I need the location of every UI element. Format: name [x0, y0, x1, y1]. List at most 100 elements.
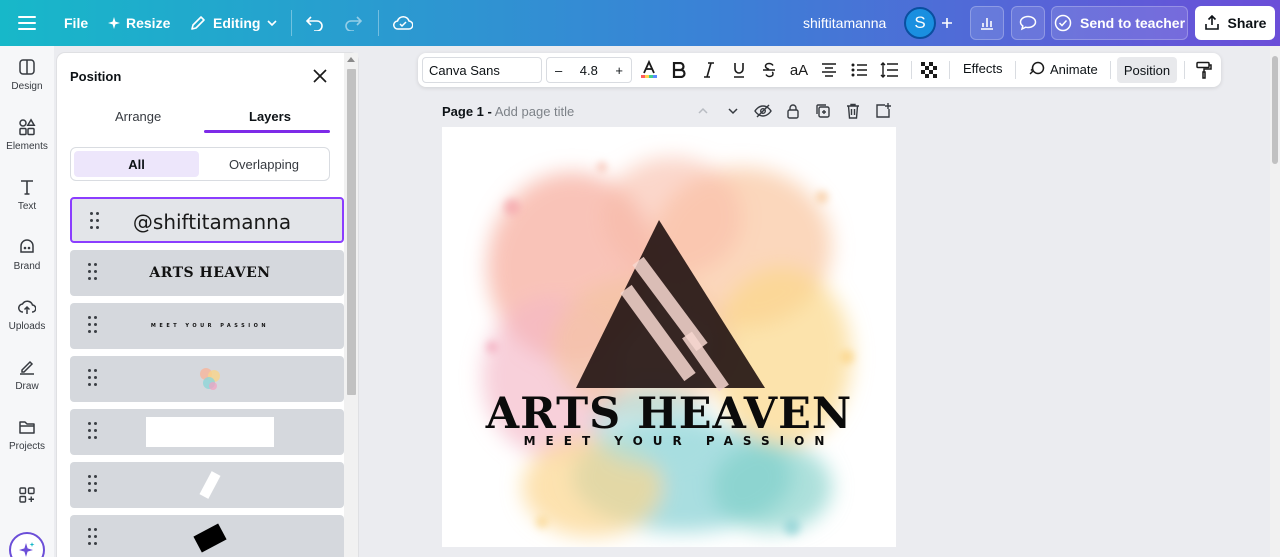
editing-mode-button[interactable]: Editing	[189, 0, 278, 46]
list-button[interactable]	[849, 60, 869, 80]
hamburger-icon	[18, 16, 36, 30]
bold-button[interactable]	[669, 60, 689, 80]
magic-sparkle-icon	[19, 542, 35, 557]
drag-handle-icon[interactable]	[88, 422, 100, 442]
nav-uploads[interactable]: Uploads	[0, 286, 54, 344]
menu-button[interactable]	[18, 0, 36, 46]
layer-item[interactable]: ARTS HEAVEN	[70, 250, 344, 296]
nav-draw[interactable]: Draw	[0, 346, 54, 404]
tab-arrange[interactable]: Arrange	[115, 109, 161, 124]
drag-handle-icon[interactable]	[88, 369, 100, 389]
align-button[interactable]	[819, 60, 839, 80]
elements-icon	[19, 118, 36, 136]
design-canvas[interactable]: ARTS HEAVEN MEET YOUR PASSION	[442, 127, 896, 547]
chevron-down-icon	[267, 20, 278, 27]
align-center-icon	[822, 63, 836, 77]
increase-size-button[interactable]: +	[615, 63, 623, 78]
save-status-button[interactable]	[393, 0, 413, 46]
text-color-button[interactable]	[639, 60, 659, 80]
drag-handle-icon[interactable]	[88, 475, 100, 495]
nav-apps[interactable]	[0, 466, 54, 524]
animate-button[interactable]: Animate	[1029, 61, 1098, 77]
undo-icon	[306, 16, 323, 31]
add-collaborator-button[interactable]	[941, 0, 953, 46]
design-icon	[19, 59, 35, 75]
nav-text[interactable]: Text	[0, 166, 54, 224]
divider	[378, 10, 379, 36]
drag-handle-icon[interactable]	[88, 316, 100, 336]
avatar[interactable]: S	[904, 7, 936, 39]
layer-item[interactable]	[70, 462, 344, 508]
italic-button[interactable]	[699, 60, 719, 80]
layer-item[interactable]: MEET YOUR PASSION	[70, 303, 344, 349]
duplicate-page-button[interactable]	[814, 102, 832, 120]
lock-page-button[interactable]	[784, 102, 802, 120]
pencil-icon	[191, 16, 205, 30]
logo-subtitle[interactable]: MEET YOUR PASSION	[442, 434, 896, 448]
close-icon[interactable]	[312, 68, 328, 84]
copy-style-button[interactable]	[1194, 60, 1214, 80]
scroll-up-icon[interactable]	[347, 57, 355, 62]
move-page-down-button[interactable]	[724, 102, 742, 120]
underline-button[interactable]	[729, 60, 749, 80]
delete-page-button[interactable]	[844, 102, 862, 120]
letter-case-button[interactable]: aA	[789, 60, 809, 80]
layer-item[interactable]	[70, 515, 344, 557]
filter-overlapping-button[interactable]: Overlapping	[201, 151, 327, 177]
page-number-label: Page 1 -	[442, 104, 492, 119]
effects-button[interactable]: Effects	[963, 61, 1003, 76]
strikethrough-button[interactable]	[759, 60, 779, 80]
plus-icon	[942, 18, 952, 28]
editing-label: Editing	[213, 15, 261, 31]
page-title-area: Page 1 - Add page title	[442, 104, 574, 119]
toolbar-divider	[1184, 61, 1185, 79]
text-icon	[21, 180, 33, 195]
font-family-select[interactable]: Canva Sans	[422, 57, 542, 83]
drag-handle-icon[interactable]	[88, 528, 100, 548]
black-shape-thumbnail	[193, 523, 227, 553]
drag-handle-icon[interactable]	[88, 263, 100, 283]
layer-item[interactable]	[70, 356, 344, 402]
magic-button[interactable]	[9, 532, 45, 557]
nav-elements[interactable]: Elements	[0, 106, 54, 164]
undo-button[interactable]	[306, 0, 324, 46]
brand-icon	[20, 239, 34, 253]
move-page-up-button[interactable]	[694, 102, 712, 120]
hide-page-button[interactable]	[754, 102, 772, 120]
white-rectangle-thumbnail	[146, 417, 274, 447]
effects-label: Effects	[963, 61, 1003, 76]
sparkle-icon	[108, 17, 120, 29]
nav-design[interactable]: Design	[0, 46, 54, 104]
layer-filter-toggle: All Overlapping	[70, 147, 330, 181]
canvas-scrollbar[interactable]	[1270, 46, 1280, 557]
file-menu[interactable]: File	[64, 0, 88, 46]
insights-button[interactable]	[970, 6, 1004, 40]
send-to-teacher-button[interactable]: Send to teacher	[1051, 6, 1188, 40]
layer-item[interactable]: @shiftitamanna	[70, 197, 344, 243]
tab-layers[interactable]: Layers	[249, 109, 291, 124]
comments-button[interactable]	[1011, 6, 1045, 40]
resize-button[interactable]: Resize	[108, 0, 170, 46]
drag-handle-icon[interactable]	[90, 212, 102, 232]
layer-item[interactable]	[70, 409, 344, 455]
decrease-size-button[interactable]: –	[555, 63, 562, 78]
page-title-input[interactable]: Add page title	[495, 104, 575, 119]
add-page-button[interactable]	[874, 102, 892, 120]
bold-icon	[672, 62, 686, 78]
share-button[interactable]: Share	[1195, 6, 1275, 40]
spacing-button[interactable]	[879, 60, 899, 80]
redo-button[interactable]	[344, 0, 362, 46]
filter-all-button[interactable]: All	[74, 151, 199, 177]
logo-title[interactable]: ARTS HEAVEN	[442, 389, 896, 439]
white-bar-thumbnail	[199, 471, 221, 499]
transparency-button[interactable]	[919, 60, 939, 80]
canvas-scroll-thumb[interactable]	[1272, 56, 1278, 164]
redo-icon	[345, 16, 362, 31]
nav-brand[interactable]: Brand	[0, 226, 54, 284]
eye-off-icon	[754, 104, 772, 118]
position-button[interactable]: Position	[1117, 57, 1177, 83]
nav-projects[interactable]: Projects	[0, 406, 54, 464]
font-size-value[interactable]: 4.8	[580, 63, 598, 78]
panel-scroll-thumb[interactable]	[347, 69, 356, 395]
panel-scrollbar[interactable]	[344, 53, 358, 557]
